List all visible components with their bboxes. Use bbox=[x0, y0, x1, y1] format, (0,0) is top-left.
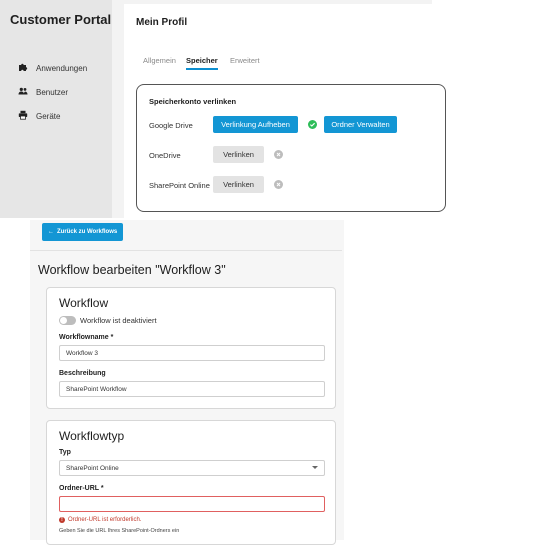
tab-allgemein[interactable]: Allgemein bbox=[143, 56, 176, 65]
google-drive-label: Google Drive bbox=[149, 121, 193, 130]
section-title: Workflowtyp bbox=[59, 429, 125, 443]
x-circle-icon bbox=[274, 180, 283, 189]
unlink-google-drive-button[interactable]: Verlinkung Aufheben bbox=[213, 116, 298, 133]
sidebar: Customer Portal Anwendungen Benutzer Ger… bbox=[0, 0, 112, 218]
sidebar-item-geraete[interactable]: Geräte bbox=[18, 109, 60, 123]
link-sharepoint-button[interactable]: Verlinken bbox=[213, 176, 264, 193]
folder-url-label: Ordner-URL * bbox=[59, 485, 104, 492]
storage-link-box: Speicherkonto verlinken Google Drive Ver… bbox=[136, 84, 446, 212]
type-label: Typ bbox=[59, 449, 71, 456]
workflow-active-toggle[interactable] bbox=[59, 316, 76, 325]
error-icon: ! bbox=[59, 517, 65, 523]
puzzle-icon bbox=[18, 62, 28, 74]
back-button-label: Zurück zu Workflows bbox=[57, 229, 118, 235]
customer-portal-panel: Customer Portal Anwendungen Benutzer Ger… bbox=[0, 0, 446, 218]
arrow-left-icon: ← bbox=[48, 229, 54, 235]
divider bbox=[30, 250, 342, 251]
sidebar-item-anwendungen[interactable]: Anwendungen bbox=[18, 61, 87, 75]
workflow-name-input[interactable]: Workflow 3 bbox=[59, 345, 325, 361]
sidebar-item-label: Benutzer bbox=[36, 87, 69, 97]
sidebar-item-benutzer[interactable]: Benutzer bbox=[18, 85, 68, 99]
printer-icon bbox=[18, 110, 28, 122]
type-select[interactable]: SharePoint Online bbox=[59, 460, 325, 476]
error-text: Ordner-URL ist erforderlich. bbox=[68, 517, 142, 523]
x-circle-icon bbox=[274, 150, 283, 159]
check-circle-icon bbox=[308, 120, 317, 129]
tab-erweitert[interactable]: Erweitert bbox=[230, 56, 260, 65]
sidebar-item-label: Anwendungen bbox=[36, 63, 88, 73]
description-label: Beschreibung bbox=[59, 370, 106, 377]
sidebar-item-label: Geräte bbox=[36, 111, 61, 121]
workflow-section: Workflow Workflow ist deaktiviert Workfl… bbox=[46, 287, 336, 409]
workflow-name-label: Workflowname * bbox=[59, 334, 114, 341]
users-icon bbox=[18, 86, 28, 98]
back-to-workflows-button[interactable]: ← Zurück zu Workflows bbox=[42, 223, 124, 241]
tab-speicher[interactable]: Speicher bbox=[186, 56, 218, 70]
storage-heading: Speicherkonto verlinken bbox=[149, 97, 237, 106]
page-title: Mein Profil bbox=[136, 17, 188, 28]
manage-folders-button[interactable]: Ordner Verwalten bbox=[324, 116, 397, 133]
chevron-down-icon bbox=[312, 466, 318, 469]
description-input[interactable]: SharePoint Workflow bbox=[59, 381, 325, 397]
workflow-type-section: Workflowtyp Typ SharePoint Online Ordner… bbox=[46, 420, 336, 545]
sharepoint-label: SharePoint Online bbox=[149, 181, 210, 190]
profile-card: Mein Profil Allgemein Speicher Erweitert… bbox=[124, 4, 446, 218]
onedrive-label: OneDrive bbox=[149, 151, 181, 160]
brand-title: Customer Portal bbox=[10, 12, 112, 27]
folder-url-help: Geben Sie die URL Ihres SharePoint-Ordne… bbox=[59, 528, 180, 534]
workflow-editor-panel: ← Zurück zu Workflows Workflow bearbeite… bbox=[30, 220, 344, 545]
toggle-label: Workflow ist deaktiviert bbox=[80, 316, 157, 325]
link-onedrive-button[interactable]: Verlinken bbox=[213, 146, 264, 163]
folder-url-input[interactable] bbox=[59, 496, 325, 512]
folder-url-error: ! Ordner-URL ist erforderlich. bbox=[59, 517, 141, 523]
type-select-value: SharePoint Online bbox=[66, 464, 119, 472]
page-title: Workflow bearbeiten "Workflow 3" bbox=[38, 263, 226, 277]
section-title: Workflow bbox=[59, 296, 109, 310]
